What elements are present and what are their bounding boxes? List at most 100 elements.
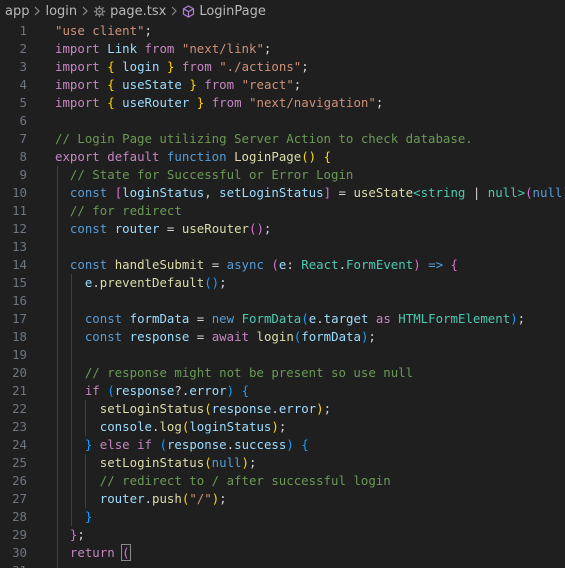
line-number: 31 bbox=[0, 562, 27, 568]
code-token: // Login Page utilizing Server Action to… bbox=[55, 131, 473, 146]
code-token: { bbox=[450, 257, 458, 272]
indent-guide bbox=[57, 346, 58, 364]
code-line[interactable]: 31 bbox=[0, 562, 565, 568]
code-token: FormData bbox=[241, 311, 302, 326]
code-line[interactable]: 28 } bbox=[0, 508, 565, 526]
code-line[interactable]: 8 export default function LoginPage() { bbox=[0, 148, 565, 166]
code-line[interactable]: 6 bbox=[0, 112, 565, 130]
breadcrumb-file[interactable]: page.tsx bbox=[110, 4, 166, 19]
code-token: from bbox=[144, 41, 175, 56]
code-line[interactable]: 4 import { useState } from "react"; bbox=[0, 76, 565, 94]
code-line[interactable]: 16 bbox=[0, 292, 565, 310]
code-line[interactable]: 27 router.push("/"); bbox=[0, 490, 565, 508]
code-token: ) bbox=[241, 455, 249, 470]
code-token: { bbox=[323, 149, 332, 164]
code-line[interactable]: 18 const response = await login(formData… bbox=[0, 328, 565, 346]
code-token: ; bbox=[263, 41, 272, 56]
indent-guide bbox=[57, 238, 58, 256]
code-line[interactable]: 17 const formData = new FormData(e.targe… bbox=[0, 310, 565, 328]
line-number: 27 bbox=[12, 491, 27, 506]
breadcrumb-folder-app[interactable]: app bbox=[5, 4, 29, 19]
code-line[interactable]: 7 // Login Page utilizing Server Action t… bbox=[0, 130, 565, 148]
line-number: 1 bbox=[19, 23, 27, 38]
code-token: success bbox=[234, 437, 287, 452]
code-token: new bbox=[211, 311, 235, 326]
code-token: "next/navigation" bbox=[249, 95, 376, 110]
code-token: : bbox=[286, 257, 302, 272]
code-line[interactable]: 23 console.log(loginStatus); bbox=[0, 418, 565, 436]
breadcrumb-folder-login[interactable]: login bbox=[45, 4, 77, 19]
line-number: 15 bbox=[12, 275, 27, 290]
code-token: loginStatus bbox=[122, 185, 205, 200]
breadcrumb-symbol[interactable]: LoginPage bbox=[199, 4, 266, 19]
code-token: response bbox=[166, 437, 227, 452]
code-token: ) bbox=[271, 419, 279, 434]
code-token: ( bbox=[525, 185, 533, 200]
code-line[interactable]: 1 "use client"; bbox=[0, 22, 565, 40]
code-text: } else if (response.success) { bbox=[55, 436, 309, 454]
code-token: "use client" bbox=[55, 23, 145, 38]
code-token: () bbox=[301, 149, 317, 164]
code-token: as bbox=[375, 311, 391, 326]
code-line[interactable]: 15 e.preventDefault(); bbox=[0, 274, 565, 292]
code-token: , bbox=[204, 185, 220, 200]
code-text: setLoginStatus(null); bbox=[55, 454, 257, 472]
code-line[interactable]: 20 // response might not be present so u… bbox=[0, 364, 565, 382]
code-line[interactable]: 21 if (response?.error) { bbox=[0, 382, 565, 400]
code-line[interactable]: 5 import { useRouter } from "next/navigat… bbox=[0, 94, 565, 112]
line-number: 9 bbox=[19, 167, 27, 182]
code-token: ) bbox=[316, 401, 324, 416]
line-number: 16 bbox=[12, 293, 27, 308]
code-token: { bbox=[107, 77, 115, 92]
breadcrumb: app login page.tsx LoginPage bbox=[0, 0, 565, 22]
code-token: target bbox=[323, 311, 369, 326]
code-line[interactable]: 14 const handleSubmit = async (e: React.… bbox=[0, 256, 565, 274]
indent-guide bbox=[57, 562, 58, 568]
code-token: => bbox=[428, 257, 444, 272]
code-text: if (response?.error) { bbox=[55, 382, 249, 400]
code-token: setLoginStatus bbox=[99, 455, 205, 470]
code-line[interactable]: 12 const router = useRouter(); bbox=[0, 220, 565, 238]
code-line[interactable]: 3 import { login } from "./actions"; bbox=[0, 58, 565, 76]
code-line[interactable]: 25 setLoginStatus(null); bbox=[0, 454, 565, 472]
chevron-right-icon bbox=[33, 6, 41, 16]
code-line[interactable]: 30 return ( bbox=[0, 544, 565, 562]
code-token: useRouter bbox=[181, 221, 249, 236]
code-token: ( bbox=[121, 544, 131, 561]
code-line[interactable]: 10 const [loginStatus, setLoginStatus] =… bbox=[0, 184, 565, 202]
code-token: return bbox=[69, 545, 115, 560]
code-text: // Login Page utilizing Server Action to… bbox=[55, 130, 473, 148]
code-text: // response might not be present so use … bbox=[55, 364, 413, 382]
code-token: ; bbox=[219, 275, 227, 290]
code-line[interactable]: 24 } else if (response.success) { bbox=[0, 436, 565, 454]
code-line[interactable]: 29 }; bbox=[0, 526, 565, 544]
code-token: push bbox=[152, 491, 182, 506]
code-line[interactable]: 19 bbox=[0, 346, 565, 364]
code-line[interactable]: 26 // redirect to / after successful log… bbox=[0, 472, 565, 490]
code-line[interactable]: 11 // for redirect bbox=[0, 202, 565, 220]
code-line[interactable]: 22 setLoginStatus(response.error); bbox=[0, 400, 565, 418]
code-token: ; bbox=[301, 59, 309, 74]
code-line[interactable]: 13 bbox=[0, 238, 565, 256]
code-token: default bbox=[107, 149, 160, 164]
line-number: 11 bbox=[12, 203, 27, 218]
line-number: 17 bbox=[12, 311, 27, 326]
code-line[interactable]: 9 // State for Successful or Error Login bbox=[0, 166, 565, 184]
code-token: response bbox=[129, 329, 190, 344]
code-editor[interactable]: app login page.tsx LoginPage 1 "use clie… bbox=[0, 0, 565, 568]
code-line[interactable]: 2 import Link from "next/link"; bbox=[0, 40, 565, 58]
code-lines[interactable]: 1 "use client"; 2 import Link from "next/li… bbox=[0, 22, 565, 568]
code-token: () bbox=[204, 275, 220, 290]
line-number: 29 bbox=[12, 527, 27, 542]
